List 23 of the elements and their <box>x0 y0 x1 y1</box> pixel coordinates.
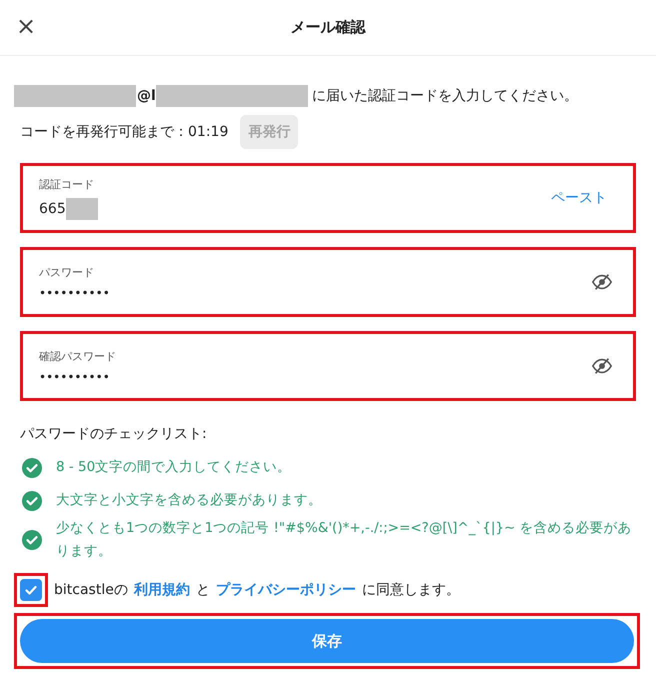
close-button[interactable]: × <box>12 12 40 40</box>
agreement-text: に同意します。 <box>362 581 460 599</box>
eye-off-icon[interactable] <box>591 271 613 293</box>
resend-timer-text: コードを再発行可能まで：01:19 <box>20 123 228 141</box>
input-field[interactable]: パスワード •••••••••• <box>20 247 636 317</box>
instruction-text: に届いた認証コードを入力してください。 <box>312 87 578 105</box>
input-field[interactable]: 認証コード 665 ペースト <box>20 163 636 233</box>
checklist-item: 8 - 50文字の間で入力してください。 <box>56 458 292 477</box>
agreement-text: と <box>196 581 210 599</box>
checkbox[interactable] <box>20 579 42 601</box>
save-button[interactable]: 保存 <box>20 619 634 663</box>
checklist-item: 少なくとも1つの数字と1つの記号 !"#$%&'()*+,-./:;>=<?@[\]^_`{|}~ を含める必要があります。 <box>56 519 633 561</box>
checklist-item: 大文字と小文字を含める必要があります。 <box>56 491 322 510</box>
checklist-title: パスワードのチェックリスト: <box>20 425 208 443</box>
terms-link[interactable]: 利用規約 <box>134 581 190 599</box>
privacy-policy-link[interactable]: プライバシーポリシー <box>216 581 356 599</box>
dialog-title: メール確認 <box>290 18 366 37</box>
agreement-text: bitcastleの <box>54 581 128 599</box>
paste-button[interactable]: ペースト <box>545 188 613 208</box>
eye-off-icon[interactable] <box>591 355 613 377</box>
email-fragment: @l <box>137 88 156 104</box>
redaction-block <box>66 198 98 220</box>
input-field[interactable]: 確認パスワード •••••••••• <box>20 331 636 401</box>
